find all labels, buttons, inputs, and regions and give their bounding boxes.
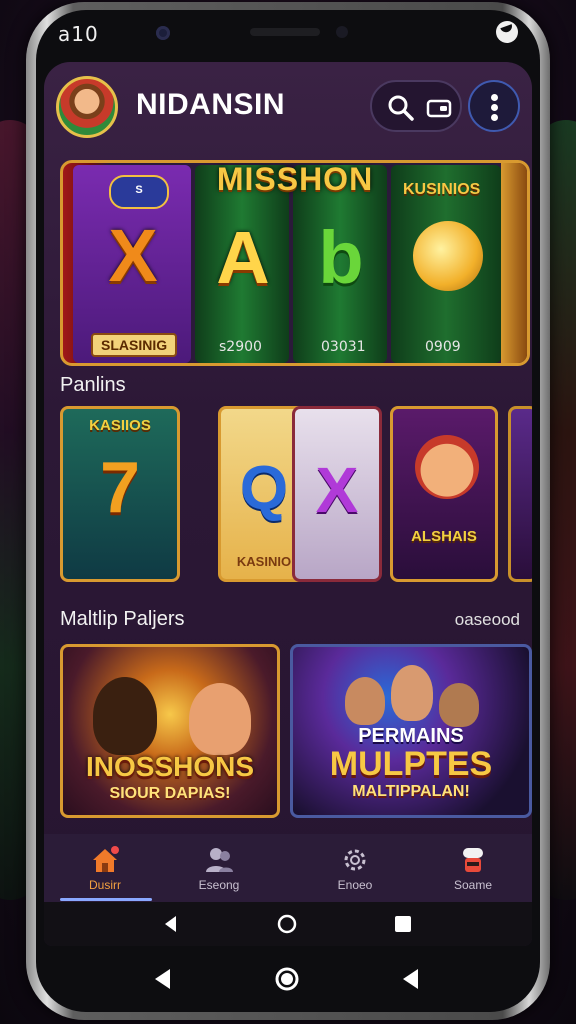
multiplayer-banner[interactable]: PERMAINS MULPTES MALTIPPALAN! (290, 644, 532, 818)
back-icon[interactable] (160, 913, 182, 935)
game-card-symbol: X (315, 454, 359, 526)
player-avatar-icon (391, 665, 433, 721)
player-avatar-icon (345, 677, 385, 725)
more-dot-icon (491, 104, 498, 111)
status-bar: a10 (30, 18, 546, 48)
nav-item-people[interactable]: Eseong (164, 834, 274, 902)
game-card-label: KASIIOS (89, 417, 151, 434)
avatar[interactable] (56, 76, 118, 138)
jester-face-icon (415, 435, 479, 499)
status-time: a10 (58, 22, 99, 46)
multiplayer-banner[interactable]: INOSSHONS SIOUR DAPIAS! (60, 644, 280, 818)
game-card-partial[interactable] (508, 406, 532, 582)
player-avatar-icon (93, 677, 157, 755)
multiplayer-title: MULPTES (329, 745, 493, 783)
nav-label: Soame (453, 878, 493, 892)
multiplayer-title: INOSSHONS (85, 751, 255, 782)
back-alt-icon[interactable] (398, 966, 424, 992)
nav-item-profile[interactable]: Soame (418, 834, 528, 902)
bottom-nav: Dusirr Eseong Enoeo Soame (44, 834, 532, 902)
wallet-icon[interactable] (424, 93, 454, 123)
home-circle-icon[interactable] (276, 913, 298, 935)
more-dot-icon (491, 94, 498, 101)
gear-icon (344, 849, 366, 871)
game-card-symbol: 7 (99, 448, 141, 528)
game-card[interactable]: KASIIOS 7 (60, 406, 180, 582)
header-actions (370, 80, 462, 132)
front-camera (156, 26, 170, 40)
people-icon (206, 848, 233, 872)
more-dot-icon (491, 114, 498, 121)
see-all-link[interactable]: oaseood (455, 610, 520, 630)
moon-symbol-icon (413, 221, 483, 291)
player-avatar-icon (189, 683, 251, 755)
back-icon[interactable] (150, 966, 176, 992)
status-icon (496, 21, 518, 43)
game-card[interactable]: ALSHAIS (390, 406, 498, 582)
reel-amount: 0909 (425, 339, 461, 355)
speaker-grille (250, 28, 320, 36)
section-title: Maltlip Paljers (60, 608, 185, 630)
chef-icon (463, 848, 483, 872)
nav-label: Enoeo (337, 878, 373, 892)
hardware-nav-bar (36, 950, 540, 1006)
recents-icon[interactable] (392, 913, 414, 935)
game-card[interactable]: X (292, 406, 382, 582)
game-card-label: ALSHAIS (411, 528, 477, 545)
more-options-button[interactable] (468, 80, 520, 132)
hero-title: MISSHON (216, 161, 374, 197)
active-tab-indicator (60, 898, 152, 901)
section-title: Panlins (60, 374, 126, 396)
nav-item-home[interactable]: Dusirr (50, 834, 160, 902)
system-nav-bar (44, 902, 532, 946)
slot-symbol: b (318, 216, 364, 299)
reel-amount: 03031 (321, 339, 366, 355)
nav-item-settings[interactable]: Enoeo (300, 834, 410, 902)
slot-symbol: A (216, 216, 270, 299)
home-icon (93, 846, 119, 872)
nav-label: Eseong (198, 878, 240, 892)
nav-label: Dusirr (89, 878, 121, 892)
app-title: NIDANSIN (136, 88, 286, 121)
slot-symbol: X (108, 214, 158, 297)
hero-plate: SLASINIG (91, 333, 178, 357)
reel-amount: s2900 (219, 339, 262, 355)
proximity-sensor (336, 26, 348, 38)
home-circle-icon[interactable] (274, 966, 300, 992)
search-icon[interactable] (386, 93, 416, 123)
app-header: NIDANSIN (44, 62, 532, 152)
multiplayer-subtitle: MALTIPPALAN! (352, 783, 470, 800)
hero-slot-banner[interactable]: MISSHON S KUSINIOS X A b SLASINIG s2900 … (60, 160, 530, 366)
player-avatar-icon (439, 683, 479, 727)
app-screen: NIDANSIN MISSHON S KUSINIOS X A b SLASIN… (44, 62, 532, 946)
multiplayer-subtitle: SIOUR DAPIAS! (109, 785, 231, 802)
